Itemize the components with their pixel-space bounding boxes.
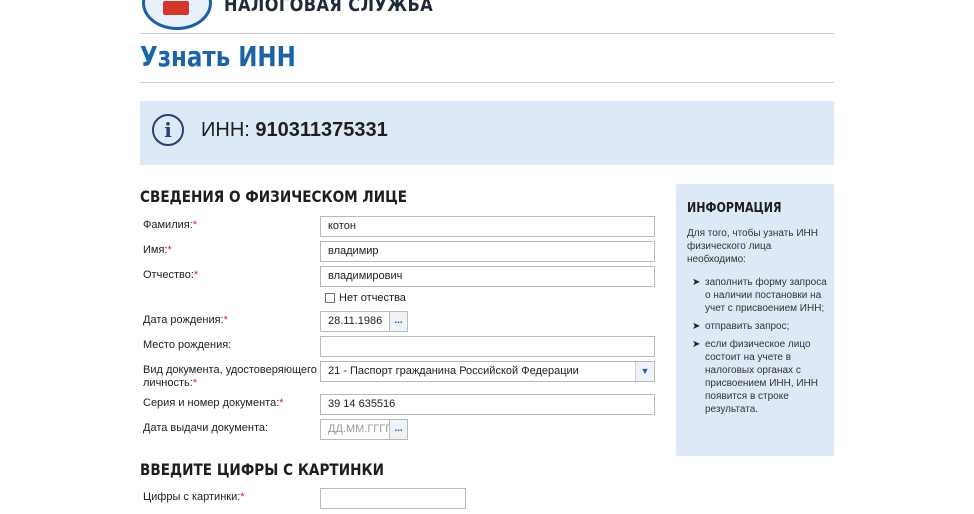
no-patronymic-label[interactable]: Нет отчества [339, 292, 406, 304]
birth-place-field[interactable] [320, 336, 655, 357]
name-label: Имя:* [143, 244, 172, 256]
surname-field[interactable]: котон [320, 216, 655, 237]
arrow-bullet-icon: ➤ [692, 277, 701, 288]
captcha-section-title: ВВЕДИТЕ ЦИФРЫ С КАРТИНКИ [140, 460, 384, 479]
birth-date-field[interactable]: 28.11.1986 [320, 311, 390, 332]
birth-date-calendar-button[interactable]: ... [389, 311, 408, 332]
doc-issue-date-calendar-button[interactable]: ... [389, 419, 408, 440]
chevron-down-icon[interactable]: ▼ [635, 362, 654, 381]
list-item: ➤ отправить запрос; [692, 320, 828, 333]
info-panel-intro: Для того, чтобы узнать ИНН физического л… [687, 228, 818, 265]
doc-issue-date-label: Дата выдачи документа: [143, 422, 269, 434]
arrow-bullet-icon: ➤ [692, 339, 701, 350]
fns-emblem-logo[interactable] [142, 0, 212, 30]
title-divider [140, 82, 834, 83]
patronymic-field[interactable]: владимирович [320, 266, 655, 287]
doc-type-select[interactable]: 21 - Паспорт гражданина Российской Федер… [320, 361, 655, 382]
inn-result: ИНН: 910311375331 [201, 119, 388, 142]
list-item: ➤ если физическое лицо состоит на учете … [692, 338, 828, 416]
list-item-text: если физическое лицо состоит на учете в … [705, 339, 819, 415]
list-item-text: отправить запрос; [705, 321, 790, 332]
arrow-bullet-icon: ➤ [692, 321, 701, 332]
page-title: Узнать ИНН [140, 40, 296, 73]
name-field[interactable]: владимир [320, 241, 655, 262]
header-divider [140, 33, 834, 34]
doc-type-value: 21 - Паспорт гражданина Российской Федер… [328, 365, 579, 377]
list-item-text: заполнить форму запроса о наличии постан… [705, 277, 827, 314]
info-panel-title: ИНФОРМАЦИЯ [687, 201, 782, 216]
inn-result-label: ИНН: [201, 119, 250, 141]
doc-number-label: Серия и номер документа:* [143, 397, 284, 409]
patronymic-label: Отчество:* [143, 269, 199, 281]
inn-result-box: i ИНН: 910311375331 [140, 101, 834, 165]
inn-result-value: 910311375331 [255, 119, 388, 141]
info-panel-list: ➤ заполнить форму запроса о наличии пост… [692, 276, 828, 421]
birth-place-label: Место рождения: [143, 339, 232, 351]
captcha-label: Цифры с картинки:* [143, 491, 245, 503]
surname-label: Фамилия:* [143, 219, 198, 231]
doc-issue-date-field[interactable]: ДД.ММ.ГГГГ [320, 419, 391, 440]
no-patronymic-checkbox[interactable] [325, 293, 335, 303]
personal-section-title: СВЕДЕНИЯ О ФИЗИЧЕСКОМ ЛИЦЕ [140, 187, 408, 206]
site-title: НАЛОГОВАЯ СЛУЖБА [224, 0, 434, 16]
info-panel: ИНФОРМАЦИЯ Для того, чтобы узнать ИНН фи… [676, 184, 834, 456]
doc-number-field[interactable]: 39 14 635516 [320, 394, 655, 415]
list-item: ➤ заполнить форму запроса о наличии пост… [692, 276, 828, 315]
info-icon: i [152, 114, 184, 146]
captcha-field[interactable] [320, 488, 466, 509]
doc-type-label: Вид документа, удостоверяющего личность:* [143, 364, 317, 389]
birth-date-label: Дата рождения:* [143, 314, 228, 326]
